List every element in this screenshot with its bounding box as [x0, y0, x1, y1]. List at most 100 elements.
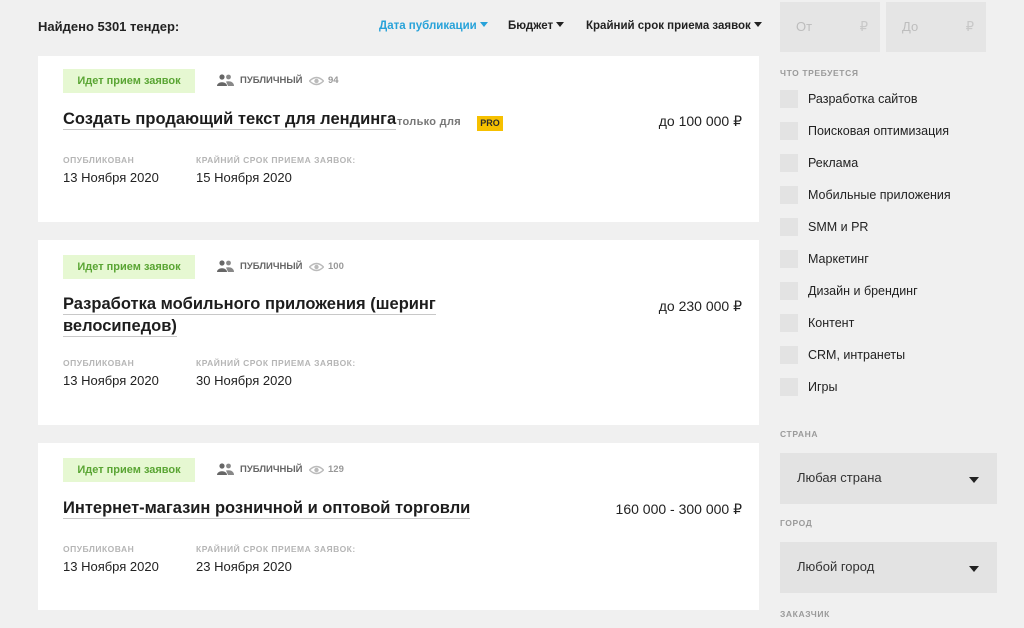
- status-badge: Идет прием заявок: [63, 69, 195, 93]
- deadline-date: 15 Ноября 2020: [196, 170, 292, 185]
- chevron-down-icon: [556, 22, 565, 27]
- country-select[interactable]: Любая страна: [780, 453, 997, 504]
- sort-deadline-button[interactable]: Крайний срок приема заявок: [586, 20, 762, 32]
- checkbox-label: Дизайн и брендинг: [808, 284, 918, 298]
- country-select-value: Любая страна: [797, 470, 882, 485]
- deadline-date: 30 Ноября 2020: [196, 373, 292, 388]
- views-counter: 100: [309, 261, 344, 272]
- sort-deadline-label: Крайний срок приема заявок: [586, 20, 751, 32]
- chevron-down-icon: [479, 22, 488, 27]
- city-title: ГОРОД: [780, 518, 813, 528]
- deadline-date: 23 Ноября 2020: [196, 559, 292, 574]
- checkbox[interactable]: [780, 282, 798, 300]
- filter-checkbox-mobile[interactable]: Мобильные приложения: [780, 186, 951, 204]
- checkbox-label: SMM и PR: [808, 220, 869, 234]
- city-select[interactable]: Любой город: [780, 542, 997, 593]
- pro-only-label: только для: [397, 116, 461, 128]
- users-icon: [217, 260, 234, 272]
- chevron-down-icon: [969, 477, 979, 483]
- sort-date-button[interactable]: Дата публикации: [379, 20, 488, 32]
- filter-checkbox-web-dev[interactable]: Разработка сайтов: [780, 90, 917, 108]
- tender-card[interactable]: Идет прием заявок ПУБЛИЧНЫЙ 94 Создать п…: [38, 56, 759, 222]
- published-date: 13 Ноября 2020: [63, 559, 159, 574]
- users-icon: [217, 74, 234, 86]
- checkbox[interactable]: [780, 378, 798, 396]
- checkbox[interactable]: [780, 186, 798, 204]
- visibility-label: ПУБЛИЧНЫЙ: [217, 260, 303, 272]
- views-count: 100: [328, 261, 344, 272]
- published-label: ОПУБЛИКОВАН: [63, 155, 135, 165]
- tender-card[interactable]: Идет прием заявок ПУБЛИЧНЫЙ 100 Разработ…: [38, 240, 759, 425]
- tender-title-link[interactable]: Интернет-магазин розничной и оптовой тор…: [63, 497, 471, 519]
- checkbox-label: Реклама: [808, 156, 859, 170]
- views-counter: 94: [309, 75, 339, 86]
- checkbox[interactable]: [780, 90, 798, 108]
- checkbox-label: Разработка сайтов: [808, 92, 918, 106]
- checkbox[interactable]: [780, 154, 798, 172]
- checkbox-label: Маркетинг: [808, 252, 869, 266]
- budget-to-input[interactable]: До ₽: [886, 2, 986, 52]
- country-title: СТРАНА: [780, 429, 819, 439]
- published-date: 13 Ноября 2020: [63, 373, 159, 388]
- chevron-down-icon: [969, 566, 979, 572]
- pro-badge: PRO: [477, 116, 503, 131]
- tender-title-line: велосипедов): [63, 317, 177, 337]
- budget-from-input[interactable]: От ₽: [780, 2, 880, 52]
- filter-checkbox-seo[interactable]: Поисковая оптимизация: [780, 122, 949, 140]
- checkbox[interactable]: [780, 250, 798, 268]
- ruble-icon: ₽: [965, 19, 974, 34]
- filter-checkbox-design[interactable]: Дизайн и брендинг: [780, 282, 918, 300]
- filter-checkbox-marketing[interactable]: Маркетинг: [780, 250, 869, 268]
- filter-checkbox-content[interactable]: Контент: [780, 314, 854, 332]
- requirements-title: ЧТО ТРЕБУЕТСЯ: [780, 68, 859, 78]
- tender-price: до 100 000 ₽: [658, 113, 742, 129]
- checkbox[interactable]: [780, 314, 798, 332]
- status-badge: Идет прием заявок: [63, 458, 195, 482]
- eye-icon: [309, 76, 324, 85]
- checkbox-label: Контент: [808, 316, 855, 330]
- sort-budget-label: Бюджет: [508, 20, 554, 32]
- visibility-text: ПУБЛИЧНЫЙ: [240, 260, 303, 272]
- checkbox-label: Поисковая оптимизация: [808, 124, 950, 138]
- budget-to-placeholder: До: [902, 19, 919, 34]
- filter-checkbox-games[interactable]: Игры: [780, 378, 837, 396]
- tender-card[interactable]: Идет прием заявок ПУБЛИЧНЫЙ 129 Интернет…: [38, 443, 759, 610]
- filter-checkbox-smm[interactable]: SMM и PR: [780, 218, 868, 236]
- results-count: Найдено 5301 тендер:: [38, 19, 180, 34]
- tender-title-text: Интернет-магазин розничной и оптовой тор…: [63, 499, 471, 519]
- users-icon: [217, 463, 234, 475]
- visibility-label: ПУБЛИЧНЫЙ: [217, 74, 303, 86]
- tender-title-link[interactable]: Разработка мобильного приложения (шеринг…: [63, 293, 436, 337]
- ruble-icon: ₽: [859, 19, 868, 34]
- deadline-label: КРАЙНИЙ СРОК ПРИЕМА ЗАЯВОК:: [196, 358, 356, 368]
- tender-price: до 230 000 ₽: [658, 298, 742, 314]
- visibility-label: ПУБЛИЧНЫЙ: [217, 463, 303, 475]
- filter-checkbox-crm[interactable]: CRM, интранеты: [780, 346, 905, 364]
- checkbox[interactable]: [780, 346, 798, 364]
- views-counter: 129: [309, 464, 344, 475]
- results-header: Найдено 5301 тендер: Дата публикации Бюд…: [0, 0, 1024, 56]
- visibility-text: ПУБЛИЧНЫЙ: [240, 74, 303, 86]
- tender-price: 160 000 - 300 000 ₽: [615, 501, 742, 517]
- checkbox[interactable]: [780, 122, 798, 140]
- views-count: 129: [328, 464, 344, 475]
- visibility-text: ПУБЛИЧНЫЙ: [240, 463, 303, 475]
- published-date: 13 Ноября 2020: [63, 170, 159, 185]
- eye-icon: [309, 465, 324, 474]
- filter-checkbox-ads[interactable]: Реклама: [780, 154, 858, 172]
- checkbox-label: Мобильные приложения: [808, 188, 951, 202]
- tender-title-link[interactable]: Создать продающий текст для лендинга: [63, 108, 397, 130]
- views-count: 94: [328, 75, 339, 86]
- status-badge: Идет прием заявок: [63, 255, 195, 279]
- chevron-down-icon: [753, 22, 762, 27]
- checkbox-label: CRM, интранеты: [808, 348, 906, 362]
- budget-from-placeholder: От: [796, 19, 813, 34]
- deadline-label: КРАЙНИЙ СРОК ПРИЕМА ЗАЯВОК:: [196, 155, 356, 165]
- sort-budget-button[interactable]: Бюджет: [508, 20, 565, 32]
- tender-title-line: Разработка мобильного приложения (шеринг: [63, 295, 436, 315]
- deadline-label: КРАЙНИЙ СРОК ПРИЕМА ЗАЯВОК:: [196, 544, 356, 554]
- checkbox[interactable]: [780, 218, 798, 236]
- published-label: ОПУБЛИКОВАН: [63, 544, 135, 554]
- sort-date-label: Дата публикации: [379, 20, 477, 32]
- published-label: ОПУБЛИКОВАН: [63, 358, 135, 368]
